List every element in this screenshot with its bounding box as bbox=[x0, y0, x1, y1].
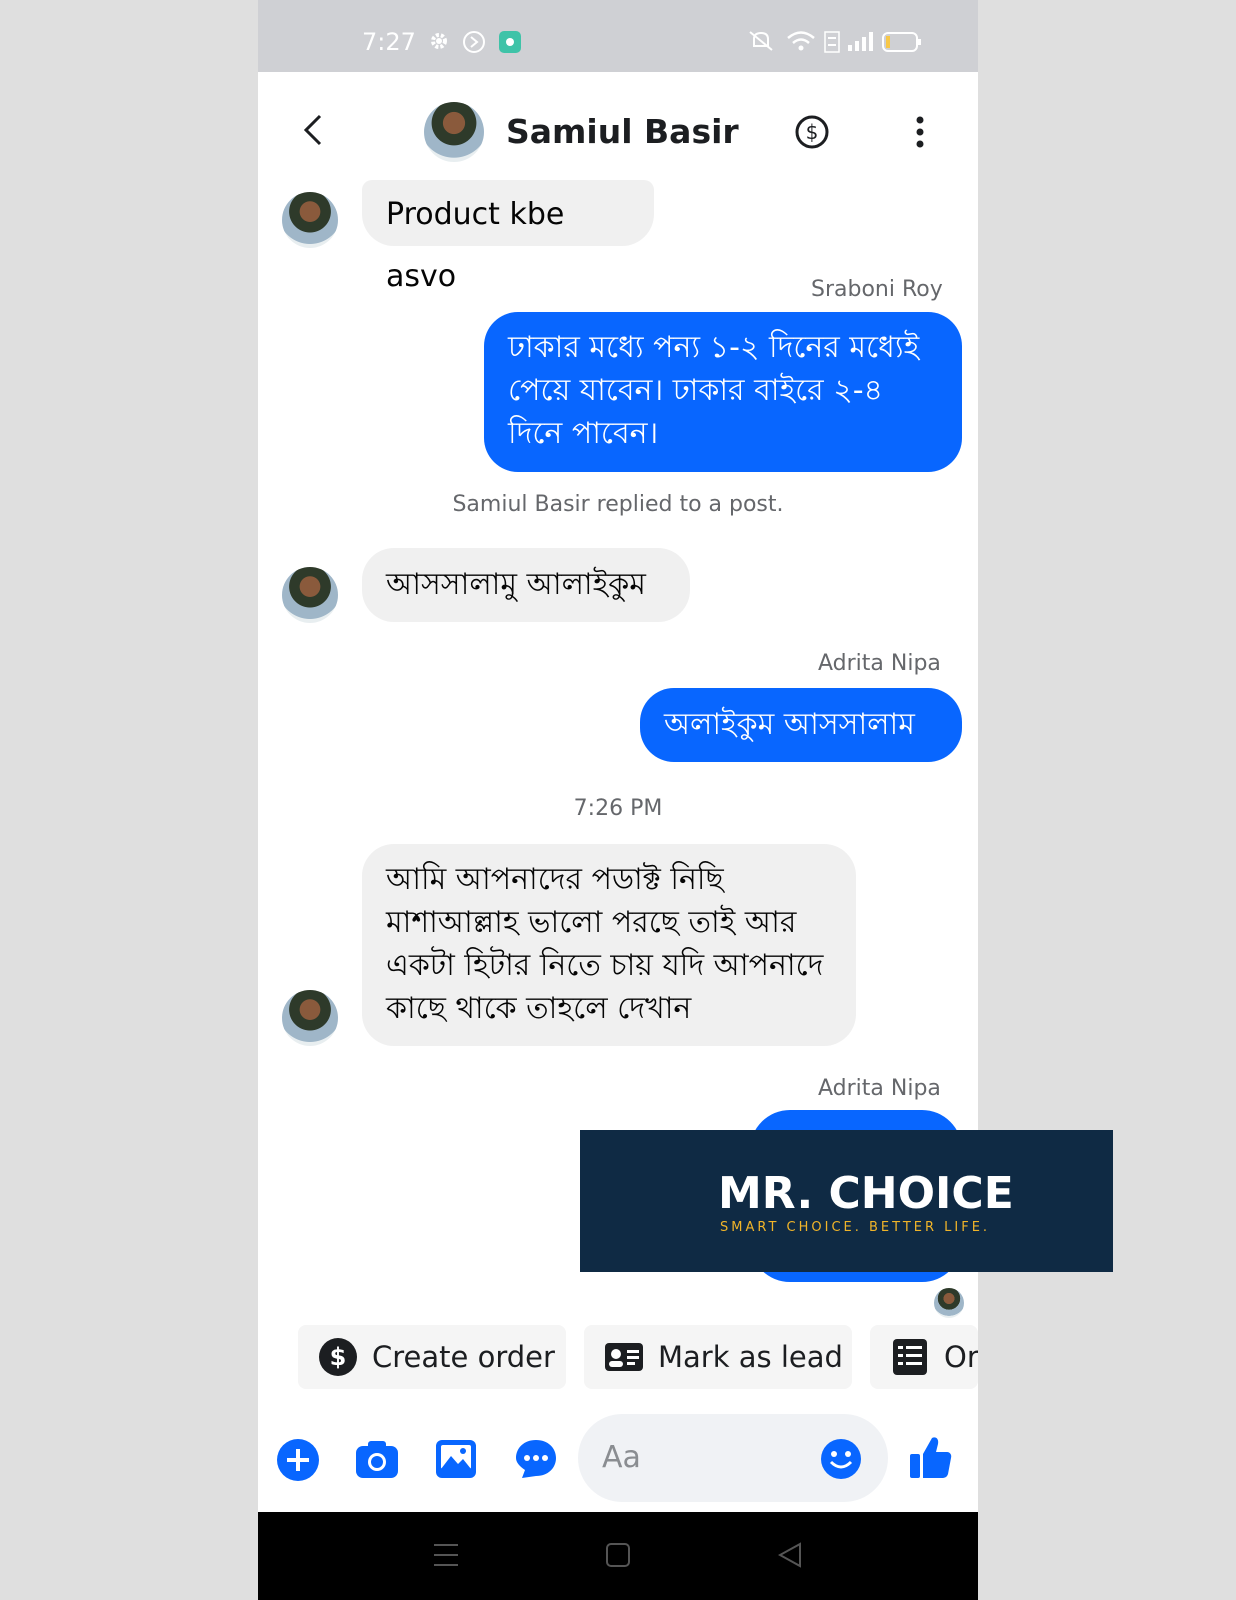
mark-as-lead-button[interactable]: Mark as lead bbox=[584, 1325, 852, 1389]
back-icon[interactable] bbox=[778, 1542, 802, 1568]
menu-icon[interactable] bbox=[434, 1542, 458, 1568]
sender-avatar[interactable] bbox=[282, 567, 338, 623]
status-bar: 7:27 bbox=[258, 0, 978, 72]
message-text: আসসালামু আলাইকুম bbox=[386, 567, 646, 602]
contact-card-icon bbox=[605, 1343, 643, 1371]
plus-icon[interactable] bbox=[276, 1438, 320, 1482]
wifi-icon bbox=[787, 31, 815, 51]
gallery-icon[interactable] bbox=[434, 1438, 478, 1480]
sender-name: Sraboni Roy bbox=[811, 277, 943, 302]
message-input[interactable]: Aa bbox=[578, 1414, 888, 1502]
settings-icon bbox=[431, 33, 447, 49]
status-time: 7:27 bbox=[362, 28, 416, 56]
outgoing-message[interactable]: অলাইকুম আসসালাম bbox=[640, 688, 962, 762]
incoming-message[interactable]: আসসালামু আলাইকুম bbox=[362, 548, 690, 622]
chat-bubble-icon[interactable] bbox=[514, 1438, 558, 1480]
dollar-icon: $ bbox=[319, 1338, 357, 1376]
incoming-message[interactable]: Product kbe asvo bbox=[362, 180, 654, 294]
mute-icon bbox=[749, 31, 773, 51]
outgoing-message[interactable]: ঢাকার মধ্যে পন্য ১-২ দিনের মধ্যেই পেয়ে … bbox=[484, 312, 962, 472]
message-text: অলাইকুম আসসালাম bbox=[664, 707, 915, 742]
quick-actions: $ Create order Mark as lead Or bbox=[258, 1316, 978, 1398]
orders-button[interactable]: Or bbox=[870, 1325, 978, 1389]
message-text: আমি আপনাদের পডাক্ট নিছি মাশাআল্লাহ ভালো … bbox=[386, 862, 824, 1026]
contact-name[interactable]: Samiul Basir bbox=[506, 112, 739, 151]
sender-avatar[interactable] bbox=[282, 990, 338, 1046]
emoji-icon[interactable] bbox=[820, 1438, 862, 1480]
brand-tagline: SMART CHOICE. BETTER LIFE. bbox=[720, 1220, 991, 1235]
contact-avatar[interactable] bbox=[424, 102, 484, 162]
seen-avatar bbox=[934, 1288, 964, 1318]
more-options-icon[interactable] bbox=[914, 114, 926, 150]
app-notification-icon bbox=[499, 31, 521, 53]
reply-note: Samiul Basir replied to a post. bbox=[452, 492, 784, 517]
message-text: ঢাকার মধ্যে পন্য ১-২ দিনের মধ্যেই পেয়ে … bbox=[508, 330, 920, 451]
volte-icon bbox=[824, 31, 840, 53]
svg-text:$: $ bbox=[806, 120, 819, 144]
timestamp: 7:26 PM bbox=[573, 796, 663, 821]
dollar-circle-icon[interactable]: $ bbox=[794, 114, 830, 150]
like-icon[interactable] bbox=[908, 1434, 952, 1480]
create-order-button[interactable]: $ Create order bbox=[298, 1325, 566, 1389]
list-icon bbox=[893, 1339, 927, 1375]
battery-icon bbox=[882, 32, 921, 52]
message-composer: Aa bbox=[258, 1400, 978, 1510]
back-arrow-icon[interactable] bbox=[300, 112, 324, 148]
signal-icon bbox=[848, 32, 873, 51]
chat-header: Samiul Basir $ bbox=[258, 72, 978, 187]
sender-name: Adrita Nipa bbox=[818, 1076, 941, 1101]
sync-icon bbox=[463, 31, 485, 53]
sender-name: Adrita Nipa bbox=[818, 651, 941, 676]
home-icon[interactable] bbox=[606, 1542, 630, 1568]
incoming-message[interactable]: আমি আপনাদের পডাক্ট নিছি মাশাআল্লাহ ভালো … bbox=[362, 844, 856, 1046]
camera-icon[interactable] bbox=[354, 1438, 400, 1480]
brand-title: MR. CHOICE bbox=[718, 1168, 1014, 1219]
message-text: Product kbe asvo bbox=[386, 197, 565, 294]
svg-text:$: $ bbox=[330, 1343, 347, 1371]
phone-screen: 7:27 Samiul Basir $ Product kbe asvo Sra… bbox=[258, 0, 978, 1600]
sender-avatar[interactable] bbox=[282, 192, 338, 248]
system-navigation-bar bbox=[258, 1512, 978, 1600]
brand-watermark: MR. CHOICE SMART CHOICE. BETTER LIFE. bbox=[580, 1130, 1113, 1272]
message-input-placeholder: Aa bbox=[602, 1440, 641, 1475]
